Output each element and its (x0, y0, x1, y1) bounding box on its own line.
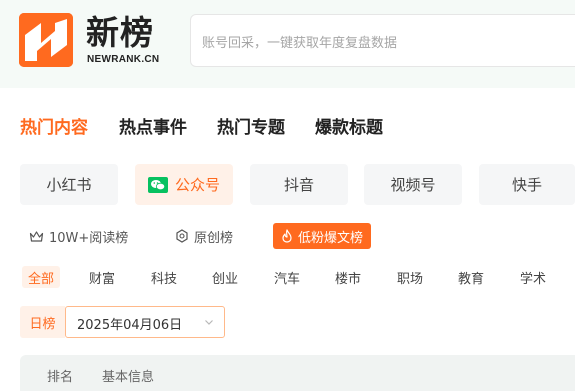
column-rank: 排名 (47, 370, 74, 385)
search-input[interactable]: 账号回采，一键获取年度复盘数据 (190, 14, 575, 67)
category-wealth[interactable]: 财富 (89, 266, 115, 288)
category-tech[interactable]: 科技 (151, 266, 177, 288)
header-bar: 新榜 NEWRANK.CN 账号回采，一键获取年度复盘数据 (0, 0, 575, 88)
tab-low-fan-viral[interactable]: 低粉爆文榜 (273, 223, 372, 249)
date-picker[interactable]: 2025年04月06日 (65, 306, 225, 338)
flame-icon (282, 229, 292, 243)
column-basic-info: 基本信息 (102, 370, 155, 385)
platform-xiaohongshu[interactable]: 小红书 (20, 164, 118, 205)
category-all[interactable]: 全部 (22, 266, 61, 288)
sub-tab-label: 低粉爆文榜 (298, 230, 364, 246)
category-startup[interactable]: 创业 (212, 266, 238, 288)
platform-label: 小红书 (46, 176, 92, 194)
brand-domain: NEWRANK.CN (87, 54, 160, 65)
sub-tab-label: 10W+阅读榜 (49, 230, 129, 246)
category-auto[interactable]: 汽车 (274, 266, 300, 288)
category-real-estate[interactable]: 楼市 (335, 266, 361, 288)
wechat-icon (147, 176, 168, 193)
platform-label: 公众号 (174, 176, 220, 194)
platform-shipinhao[interactable]: 视频号 (364, 164, 462, 205)
original-badge-icon (176, 229, 188, 243)
tab-hot-events[interactable]: 热点事件 (119, 113, 187, 138)
sub-tab-label: 原创榜 (194, 230, 234, 246)
crown-icon (29, 230, 44, 242)
date-value: 2025年04月06日 (77, 318, 183, 333)
tab-viral-titles[interactable]: 爆款标题 (315, 113, 383, 138)
platform-douyin[interactable]: 抖音 (250, 164, 348, 205)
period-selector[interactable]: 日榜 (20, 306, 65, 338)
tab-original[interactable]: 原创榜 (175, 223, 233, 249)
search-placeholder: 账号回采，一键获取年度复盘数据 (202, 36, 398, 51)
chevron-down-icon (205, 320, 213, 325)
newrank-logo-icon (19, 13, 73, 67)
platform-label: 抖音 (283, 176, 314, 194)
newrank-logo[interactable] (19, 13, 73, 67)
category-education[interactable]: 教育 (458, 266, 484, 288)
tab-10w-reads[interactable]: 10W+阅读榜 (29, 223, 128, 249)
tab-hot-topics[interactable]: 热门专题 (217, 113, 285, 138)
platform-label: 快手 (511, 176, 542, 194)
platform-kuaishou[interactable]: 快手 (479, 164, 575, 205)
category-career[interactable]: 职场 (397, 266, 423, 288)
brand-name: 新榜 (86, 13, 154, 52)
platform-wechat-official[interactable]: 公众号 (135, 164, 233, 205)
tab-hot-content[interactable]: 热门内容 (20, 113, 88, 138)
platform-label: 视频号 (390, 176, 436, 194)
table-header: 排名 基本信息 (20, 355, 575, 391)
category-academic[interactable]: 学术 (520, 266, 546, 288)
